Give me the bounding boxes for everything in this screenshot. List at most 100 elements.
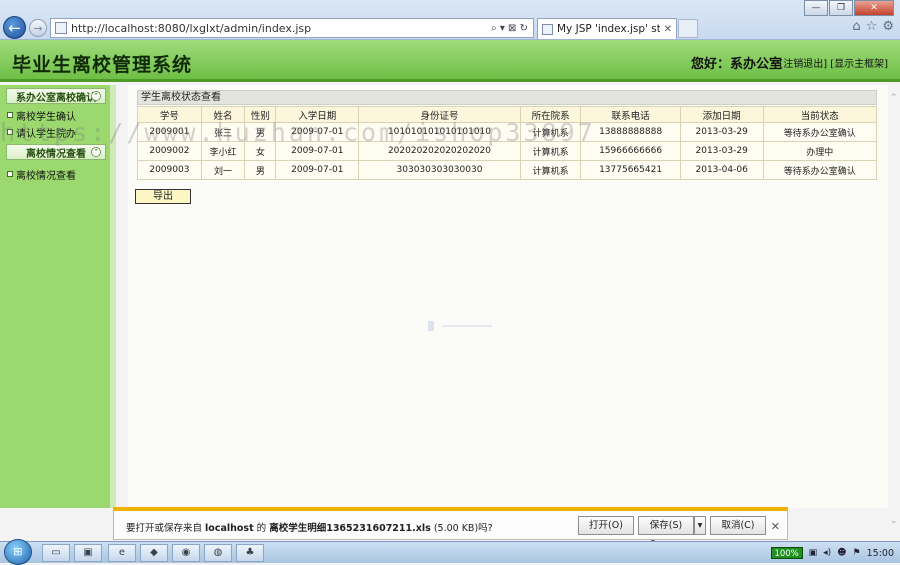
scroll-down-icon[interactable]: ⌄: [890, 516, 898, 526]
app-icon[interactable]: ◉: [172, 544, 200, 562]
tab-close-icon[interactable]: ✕: [664, 24, 672, 35]
table-cell: 2009-07-01: [275, 122, 360, 142]
back-arrow-icon[interactable]: ←: [3, 16, 26, 39]
clock[interactable]: 15:00: [867, 548, 894, 559]
flag-icon[interactable]: ⚑: [853, 548, 861, 558]
export-button[interactable]: 导出: [135, 189, 191, 204]
table-cell: 计算机系: [519, 160, 582, 180]
battery-indicator[interactable]: 100%: [770, 547, 803, 559]
app-header: 毕业生离校管理系统 您好：系办公室 [注销退出] [显示主框架]: [0, 40, 900, 82]
table-row: 2009001 张三男 2009-07-01 101010101010101010 计算…: [137, 122, 878, 142]
table-cell: 刘一: [200, 160, 246, 180]
qq-icon[interactable]: ☻: [837, 548, 846, 558]
sidebar-item-view-status[interactable]: 离校情况查看: [7, 167, 110, 182]
table-cell: 13888888888: [580, 122, 681, 142]
gear-icon[interactable]: ⚙: [882, 19, 894, 34]
explorer-icon[interactable]: ▭: [42, 544, 70, 562]
table-cell: 2013-03-29: [679, 141, 764, 161]
table-cell: 2013-04-06: [679, 160, 764, 180]
loader-bar: [442, 325, 492, 327]
table-cell: 等待系办公室确认: [762, 122, 878, 142]
system-tray: 100% ▣ ◂) ☻ ⚑ 15:00: [770, 542, 900, 564]
address-bar[interactable]: http://localhost:8080/lxglxt/admin/index…: [50, 18, 534, 38]
sidebar-section-confirm[interactable]: 系办公室离校确认 ⌃: [6, 88, 106, 104]
address-actions[interactable]: ⌕ ▾ ⊠ ↻: [491, 23, 528, 34]
restore-button[interactable]: ❐: [829, 0, 853, 16]
table-cell: 2009002: [137, 141, 202, 161]
download-suffix: 吗?: [478, 523, 493, 534]
page-icon: [55, 22, 67, 34]
minimize-button[interactable]: —: [804, 0, 828, 16]
scroll-up-icon[interactable]: ⌃: [890, 93, 898, 103]
sidebar-item-confirm-students[interactable]: 离校学生确认: [7, 108, 110, 123]
app-icon[interactable]: ▣: [74, 544, 102, 562]
save-button[interactable]: 保存(S): [638, 516, 694, 535]
column-header: 添加日期: [679, 106, 764, 123]
header-links: [注销退出] [显示主框架]: [779, 55, 888, 70]
logout-link[interactable]: [注销退出]: [779, 55, 827, 70]
browser-chrome: — ❐ ✕ ← → http://localhost:8080/lxglxt/a…: [0, 0, 900, 40]
main-content: 学生离校状态查看 学号 姓名 性别 入学日期 身份证号 所在院系 联系电话 添加日期 当前状态 …: [128, 85, 888, 508]
sidebar-section-title: 离校情况查看: [26, 148, 86, 160]
student-table: 学号 姓名 性别 入学日期 身份证号 所在院系 联系电话 添加日期 当前状态 2009001 张三…: [137, 106, 878, 180]
network-icon[interactable]: ▣: [809, 548, 818, 558]
app-icon[interactable]: ♣: [236, 544, 264, 562]
table-cell: 2009001: [137, 122, 202, 142]
app-title: 毕业生离校管理系统: [12, 54, 193, 76]
collapse-icon[interactable]: ⌃: [91, 91, 101, 101]
volume-icon[interactable]: ◂): [823, 548, 831, 558]
collapse-icon[interactable]: ⌃: [91, 147, 101, 157]
table-cell: 15966666666: [580, 141, 681, 161]
download-size: (5.00 KB): [433, 523, 479, 534]
save-menu-button[interactable]: ▾: [694, 516, 706, 535]
star-icon[interactable]: ☆: [866, 19, 878, 34]
table-cell: 计算机系: [519, 141, 582, 161]
table-cell: 计算机系: [519, 122, 582, 142]
cancel-button[interactable]: 取消(C): [710, 516, 766, 535]
tab-page-icon: [542, 23, 553, 35]
column-header: 姓名: [200, 106, 246, 123]
sidebar-item-confirm-office[interactable]: 请认学生院办: [7, 125, 110, 140]
table-row: 2009002 李小红女 2009-07-01 202020202020202020 计…: [137, 141, 878, 161]
ie-icon[interactable]: e: [108, 544, 136, 562]
table-cell: 李小红: [200, 141, 246, 161]
table-cell: 女: [244, 141, 277, 161]
loader-block: [428, 321, 434, 331]
download-bar: 要打开或保存来自 localhost 的 离校学生明细1365231607211…: [113, 507, 788, 540]
taskbar: ⊞ ▭ ▣ e ◆ ◉ ◍ ♣ 100% ▣ ◂) ☻ ⚑ 15:00: [0, 539, 900, 565]
table-cell: 男: [244, 122, 277, 142]
column-header: 入学日期: [275, 106, 360, 123]
open-button[interactable]: 打开(O): [578, 516, 634, 535]
scrollbar[interactable]: ⌃ ⌄: [888, 85, 900, 530]
table-cell: 101010101010101010: [358, 122, 521, 142]
greeting: 您好：系办公室: [690, 57, 782, 72]
table-header-row: 学号 姓名 性别 入学日期 身份证号 所在院系 联系电话 添加日期 当前状态: [137, 106, 878, 123]
new-tab-button[interactable]: [678, 19, 698, 38]
column-header: 学号: [137, 106, 202, 123]
loading-indicator: [428, 321, 492, 331]
window-buttons: — ❐ ✕: [803, 0, 894, 16]
browser-tab[interactable]: My JSP 'index.jsp' startin... ✕: [537, 18, 677, 39]
table-cell: 202020202020202020: [358, 141, 521, 161]
column-header: 身份证号: [358, 106, 521, 123]
table-cell: 13775665421: [580, 160, 681, 180]
column-header: 当前状态: [762, 106, 878, 123]
start-button[interactable]: ⊞: [4, 539, 32, 565]
close-window-button[interactable]: ✕: [854, 0, 894, 16]
show-home-link[interactable]: [显示主框架]: [830, 55, 888, 70]
tab-title: My JSP 'index.jsp' startin...: [557, 23, 660, 35]
home-icon[interactable]: ⌂: [852, 19, 860, 34]
url-text[interactable]: http://localhost:8080/lxglxt/admin/index…: [71, 22, 491, 35]
download-middle: 的: [256, 523, 267, 534]
download-prefix: 要打开或保存来自: [126, 523, 203, 534]
forward-arrow-icon[interactable]: →: [29, 19, 47, 37]
column-header: 联系电话: [580, 106, 681, 123]
table-row: 2009003 刘一男 2009-07-01 303030303030030 计算机系 1…: [137, 160, 878, 180]
app-icon[interactable]: ◍: [204, 544, 232, 562]
sidebar: 系办公室离校确认 ⌃ 离校学生确认 请认学生院办 离校情况查看 ⌃ 离校情况查看: [0, 85, 116, 508]
app-icon[interactable]: ◆: [140, 544, 168, 562]
table-cell: 2009003: [137, 160, 202, 180]
table-cell: 张三: [200, 122, 246, 142]
close-icon[interactable]: ✕: [771, 520, 780, 533]
sidebar-section-view[interactable]: 离校情况查看 ⌃: [6, 144, 106, 160]
